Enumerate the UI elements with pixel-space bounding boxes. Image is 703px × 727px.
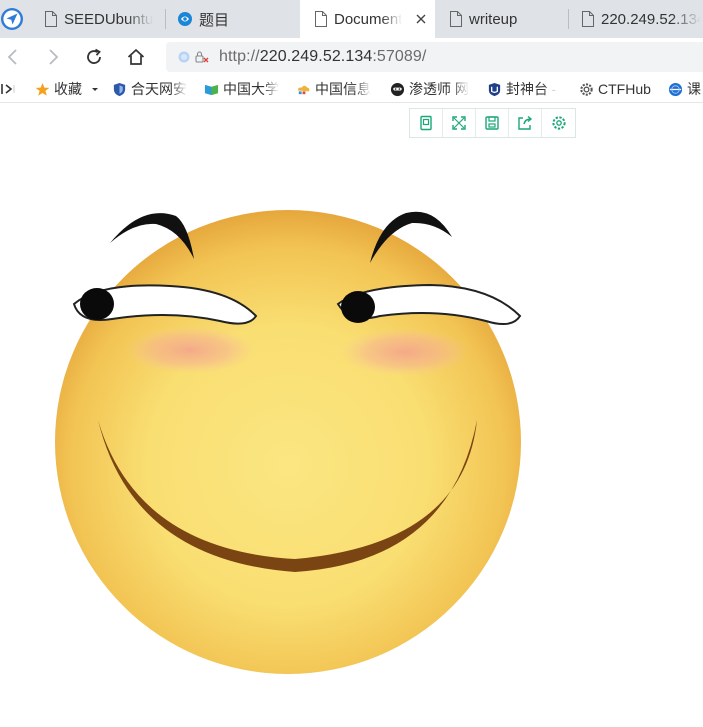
book-icon xyxy=(204,84,219,95)
bookmark-label: 合天网安 xyxy=(131,81,187,97)
address-text[interactable]: http://220.249.52.134:57089/ xyxy=(219,48,426,66)
bookmarks-toggle[interactable] xyxy=(0,79,16,99)
insecure-lock-icon[interactable] xyxy=(195,50,209,64)
left-blush xyxy=(125,326,255,374)
sidebar-toggle-icon xyxy=(1,84,15,94)
star-icon xyxy=(35,82,50,96)
smirk-emoji-image xyxy=(55,210,522,674)
bookmark-ctfhub[interactable]: CTFHub xyxy=(579,79,651,99)
chevron-down-icon xyxy=(92,88,98,91)
bookmark-label: 封神台 - xyxy=(506,81,557,97)
tab-separator xyxy=(165,9,166,29)
document-icon xyxy=(315,11,327,27)
gear-icon xyxy=(580,82,593,96)
forward-icon[interactable] xyxy=(43,47,63,67)
tab-problem[interactable]: 题目 xyxy=(177,0,297,38)
tab-writeup[interactable]: writeup xyxy=(449,0,565,38)
badge-icon xyxy=(488,82,501,96)
reload-icon[interactable] xyxy=(84,47,104,67)
tab-label: SEEDUbuntu xyxy=(64,10,154,28)
close-icon[interactable] xyxy=(415,13,427,25)
document-icon xyxy=(450,11,462,27)
bookmark-label: 中国信息 xyxy=(315,81,371,97)
bookmark-fengshentai[interactable]: 封神台 - xyxy=(487,79,557,99)
bookmarks-bar: 收藏 合天网安 中国大学 中国信息 渗透师 网 封神台 - CTFHub 课 xyxy=(0,76,703,103)
page-content xyxy=(0,104,703,727)
fullscreen-button[interactable] xyxy=(443,109,476,137)
url-scheme: http:// xyxy=(219,48,260,65)
right-blush xyxy=(340,328,470,376)
cloud-icon xyxy=(297,85,310,94)
settings-icon xyxy=(551,116,566,130)
bookmark-label: 收藏 xyxy=(54,81,82,97)
bookmark-label: 渗透师 网 xyxy=(409,81,469,97)
globe-icon xyxy=(668,82,683,96)
share-icon xyxy=(518,115,533,130)
document-icon xyxy=(582,11,594,27)
save-button[interactable] xyxy=(476,109,509,137)
document-icon xyxy=(45,11,57,27)
address-bar[interactable]: http://220.249.52.134:57089/ xyxy=(166,42,703,72)
tab-label: 题目 xyxy=(199,11,230,29)
bookmark-course[interactable]: 课 xyxy=(668,79,701,99)
bookmark-mooc[interactable]: 中国大学 xyxy=(204,79,279,99)
tab-seedubuntu[interactable]: SEEDUbuntu xyxy=(44,0,162,38)
tab-separator xyxy=(568,9,569,29)
image-toolbar xyxy=(409,108,576,138)
tab-ip-address[interactable]: 220.249.52.134:57089 xyxy=(581,0,703,38)
settings-button[interactable] xyxy=(542,109,575,137)
fit-icon xyxy=(420,115,432,131)
tab-document[interactable]: Document xyxy=(300,0,435,38)
navigation-bar: http://220.249.52.134:57089/ xyxy=(0,38,703,76)
emoji-face xyxy=(55,210,521,674)
browser-logo-icon[interactable] xyxy=(0,7,24,31)
tab-label: Document xyxy=(334,10,403,28)
bookmark-hetian[interactable]: 合天网安 xyxy=(112,79,187,99)
left-pupil xyxy=(80,288,114,320)
site-info-icon[interactable] xyxy=(178,51,190,63)
tab-strip: SEEDUbuntu 题目 Document writeup 220.249.5… xyxy=(0,0,703,38)
back-icon[interactable] xyxy=(3,47,23,67)
bookmark-pentester[interactable]: 渗透师 网 xyxy=(390,79,469,99)
fullscreen-icon xyxy=(452,116,466,130)
ninja-icon xyxy=(390,82,405,96)
site-favicon-icon xyxy=(178,12,192,26)
url-host: 220.249.52.134 xyxy=(259,48,373,65)
home-icon[interactable] xyxy=(126,47,146,67)
bookmark-cninfo[interactable]: 中国信息 xyxy=(296,79,371,99)
save-icon xyxy=(485,116,499,130)
tab-label: writeup xyxy=(469,10,518,28)
right-pupil xyxy=(341,291,375,323)
url-rest: :57089/ xyxy=(372,48,427,65)
bookmark-label: 中国大学 xyxy=(223,81,279,97)
tab-label: 220.249.52.134:57089 xyxy=(601,10,701,28)
shield-icon xyxy=(113,82,126,96)
bookmark-label: CTFHub xyxy=(598,81,651,97)
share-button[interactable] xyxy=(509,109,542,137)
bookmark-favorites[interactable]: 收藏 xyxy=(35,79,100,99)
bookmark-label: 课 xyxy=(687,81,701,97)
fit-button[interactable] xyxy=(410,109,443,137)
